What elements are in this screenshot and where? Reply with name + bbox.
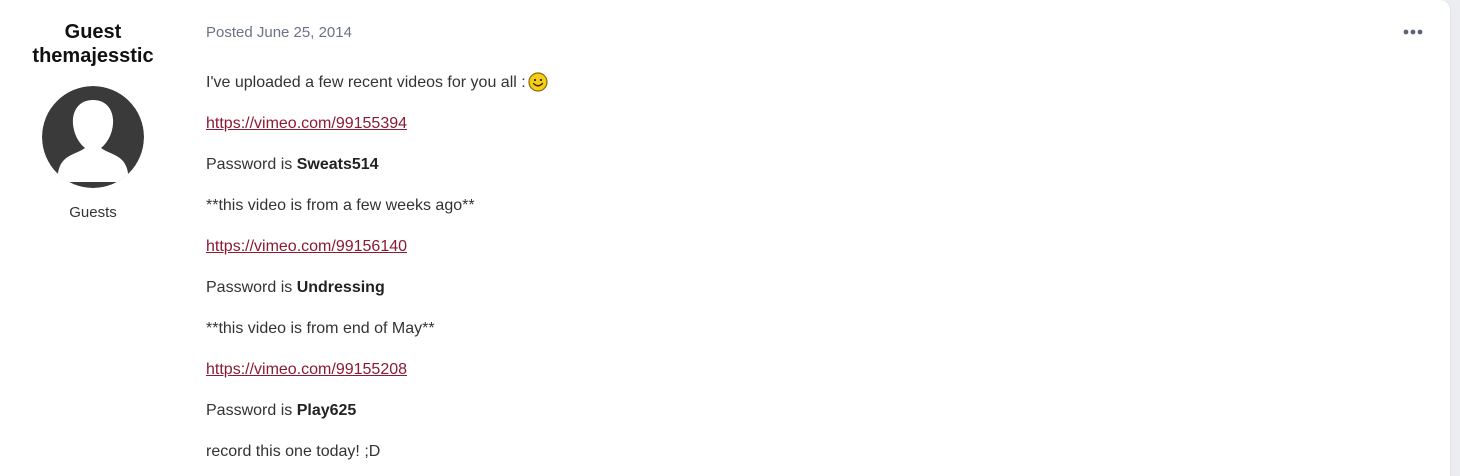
post-line: **this video is from end of May** xyxy=(206,308,1406,349)
post-card: Guest themajesstic Guests Posted June 25… xyxy=(0,0,1450,476)
more-options-icon[interactable] xyxy=(1402,22,1424,42)
post-text: **this video is from end of May** xyxy=(206,320,435,337)
video-link-2[interactable]: https://vimeo.com/99156140 xyxy=(206,238,407,255)
password-label: Password is xyxy=(206,156,297,173)
post-content: Posted June 25, 2014 I've uploaded a few… xyxy=(206,24,1406,472)
post-body: I've uploaded a few recent videos for yo… xyxy=(206,62,1406,472)
post-text: record this one today! ;D xyxy=(206,443,381,460)
post-line: https://vimeo.com/99155394 xyxy=(206,103,1406,144)
password-value-1: Sweats514 xyxy=(296,156,379,173)
password-value-2: Undressing xyxy=(296,279,385,296)
post-line: record this one today! ;D xyxy=(206,431,1406,472)
post-line: I've uploaded a few recent videos for yo… xyxy=(206,62,1406,103)
post-line: Password is Play625 xyxy=(206,390,1406,431)
post-line: https://vimeo.com/99155208 xyxy=(206,349,1406,390)
password-value-3: Play625 xyxy=(296,402,357,419)
author-group: Guests xyxy=(69,204,117,221)
password-label: Password is xyxy=(206,279,297,296)
post-text: I've uploaded a few recent videos for yo… xyxy=(206,74,526,91)
post-line: Password is Sweats514 xyxy=(206,144,1406,185)
post-line: https://vimeo.com/99156140 xyxy=(206,226,1406,267)
author-name-line1: Guest xyxy=(64,21,122,43)
author-panel: Guest themajesstic Guests xyxy=(0,20,186,221)
avatar[interactable] xyxy=(42,86,144,188)
post-line: Password is Undressing xyxy=(206,267,1406,308)
video-link-1[interactable]: https://vimeo.com/99155394 xyxy=(206,115,407,132)
post-text: **this video is from a few weeks ago** xyxy=(206,197,475,214)
smiley-icon xyxy=(528,72,548,92)
author-name[interactable]: Guest themajesstic xyxy=(0,20,186,68)
author-name-line2: themajesstic xyxy=(32,45,154,67)
password-label: Password is xyxy=(206,402,297,419)
video-link-3[interactable]: https://vimeo.com/99155208 xyxy=(206,361,407,378)
post-line: **this video is from a few weeks ago** xyxy=(206,185,1406,226)
post-date: Posted June 25, 2014 xyxy=(206,24,352,41)
